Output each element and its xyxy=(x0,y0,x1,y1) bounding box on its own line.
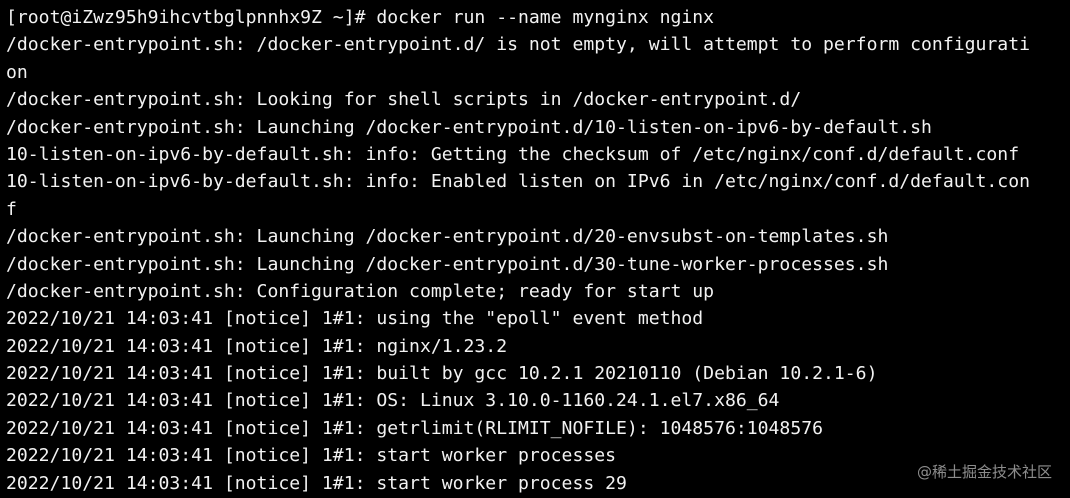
watermark: @稀土掘金技术社区 xyxy=(917,461,1052,482)
terminal-line: 2022/10/21 14:03:41 [notice] 1#1: start … xyxy=(6,445,617,467)
terminal-line-prompt: [root@iZwz95h9ihcvtbglpnnhx9Z ~]# docker… xyxy=(6,7,715,28)
watermark-text: @稀土掘金技术社区 xyxy=(916,463,1052,481)
terminal-window[interactable]: [root@iZwz95h9ihcvtbglpnnhx9Z ~]# docker… xyxy=(0,0,1070,498)
terminal-line: 2022/10/21 14:03:41 [notice] 1#1: getrli… xyxy=(6,417,824,439)
terminal-line: /docker-entrypoint.sh: Configuration com… xyxy=(6,280,715,302)
terminal-line: /docker-entrypoint.sh: Launching /docker… xyxy=(6,253,889,275)
terminal-line: 2022/10/21 14:03:41 [notice] 1#1: start … xyxy=(6,472,627,494)
terminal-line: 2022/10/21 14:03:41 [notice] 1#1: OS: Li… xyxy=(6,390,780,412)
terminal-line: /docker-entrypoint.sh: Launching /docker… xyxy=(6,226,889,248)
terminal-line: 2022/10/21 14:03:41 [notice] 1#1: built … xyxy=(6,363,878,385)
terminal-line: 2022/10/21 14:03:41 [notice] 1#1: using … xyxy=(6,308,704,330)
terminal-line: f xyxy=(6,198,17,220)
terminal-line: 10-listen-on-ipv6-by-default.sh: info: G… xyxy=(6,143,1020,165)
terminal-line: /docker-entrypoint.sh: Looking for shell… xyxy=(6,89,802,111)
terminal-line: /docker-entrypoint.sh: Launching /docker… xyxy=(6,116,932,138)
terminal-line: /docker-entrypoint.sh: /docker-entrypoin… xyxy=(6,34,1030,56)
terminal-line: 2022/10/21 14:03:41 [notice] 1#1: nginx/… xyxy=(6,335,508,357)
terminal-line: on xyxy=(6,61,28,83)
terminal-line: 10-listen-on-ipv6-by-default.sh: info: E… xyxy=(6,171,1030,193)
